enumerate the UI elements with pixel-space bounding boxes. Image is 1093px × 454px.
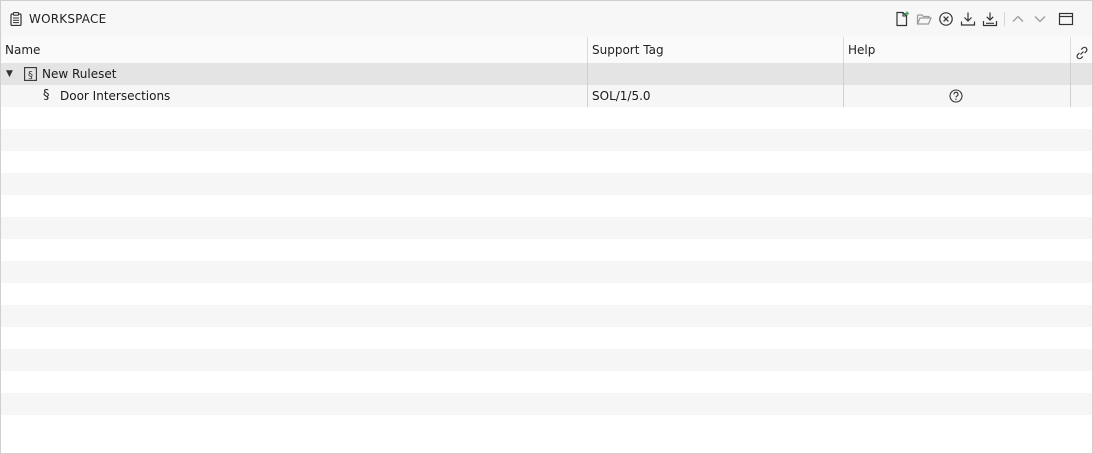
expand-toggle-icon[interactable]: ▼ xyxy=(6,63,13,85)
help-circle-icon[interactable] xyxy=(949,89,963,103)
empty-row xyxy=(1,283,1092,305)
empty-row xyxy=(1,371,1092,393)
svg-text:§: § xyxy=(28,70,33,81)
clipboard-icon xyxy=(10,12,22,27)
cell-divider xyxy=(1070,63,1071,85)
close-circle-icon xyxy=(938,11,954,27)
download-tray-icon xyxy=(982,11,998,27)
empty-row xyxy=(1,173,1092,195)
window-icon xyxy=(1058,11,1074,27)
download-button[interactable] xyxy=(958,9,978,29)
close-button[interactable] xyxy=(936,9,956,29)
empty-row xyxy=(1,393,1092,415)
panel-header: WORKSPACE xyxy=(1,1,1092,37)
section-icon: § xyxy=(43,88,50,103)
workspace-panel: WORKSPACE Name Support Tag Help ▼ § New … xyxy=(0,0,1093,454)
empty-row xyxy=(1,151,1092,173)
folder-open-icon xyxy=(916,11,932,27)
column-header-link[interactable] xyxy=(1071,37,1092,63)
chevron-up-icon xyxy=(1010,11,1026,27)
column-header-help[interactable]: Help xyxy=(844,37,1070,63)
panel-toolbar xyxy=(892,9,1092,29)
move-up-button[interactable] xyxy=(1008,9,1028,29)
column-header-name[interactable]: Name xyxy=(1,37,587,63)
new-file-icon xyxy=(894,11,910,27)
open-folder-button[interactable] xyxy=(914,9,934,29)
empty-row xyxy=(1,327,1092,349)
workspace-table: Name Support Tag Help ▼ § New Ruleset § … xyxy=(1,37,1092,453)
new-file-button[interactable] xyxy=(892,9,912,29)
empty-row xyxy=(1,217,1092,239)
column-header-support-tag[interactable]: Support Tag xyxy=(588,37,843,63)
ruleset-support-tag xyxy=(588,63,843,85)
rule-support-tag: SOL/1/5.0 xyxy=(592,89,651,103)
empty-row xyxy=(1,415,1092,437)
table-row-rule[interactable]: § Door Intersections SOL/1/5.0 xyxy=(1,85,1092,107)
empty-row xyxy=(1,107,1092,129)
panel-title: WORKSPACE xyxy=(29,12,107,26)
cell-divider xyxy=(843,63,844,85)
table-row-ruleset[interactable]: ▼ § New Ruleset xyxy=(1,63,1092,85)
empty-row xyxy=(1,195,1092,217)
toolbar-separator xyxy=(1004,12,1005,26)
cell-divider xyxy=(843,85,844,107)
download-icon xyxy=(960,11,976,27)
empty-row xyxy=(1,349,1092,371)
rule-name: Door Intersections xyxy=(60,89,171,103)
chevron-down-icon xyxy=(1032,11,1048,27)
empty-row xyxy=(1,261,1092,283)
empty-row xyxy=(1,305,1092,327)
download-all-button[interactable] xyxy=(980,9,1000,29)
empty-row xyxy=(1,129,1092,151)
cell-divider xyxy=(1070,85,1071,107)
ruleset-name: New Ruleset xyxy=(42,67,117,81)
maximize-button[interactable] xyxy=(1056,9,1076,29)
table-header: Name Support Tag Help xyxy=(1,37,1092,63)
ruleset-icon: § xyxy=(24,67,37,81)
empty-row xyxy=(1,239,1092,261)
move-down-button[interactable] xyxy=(1030,9,1050,29)
